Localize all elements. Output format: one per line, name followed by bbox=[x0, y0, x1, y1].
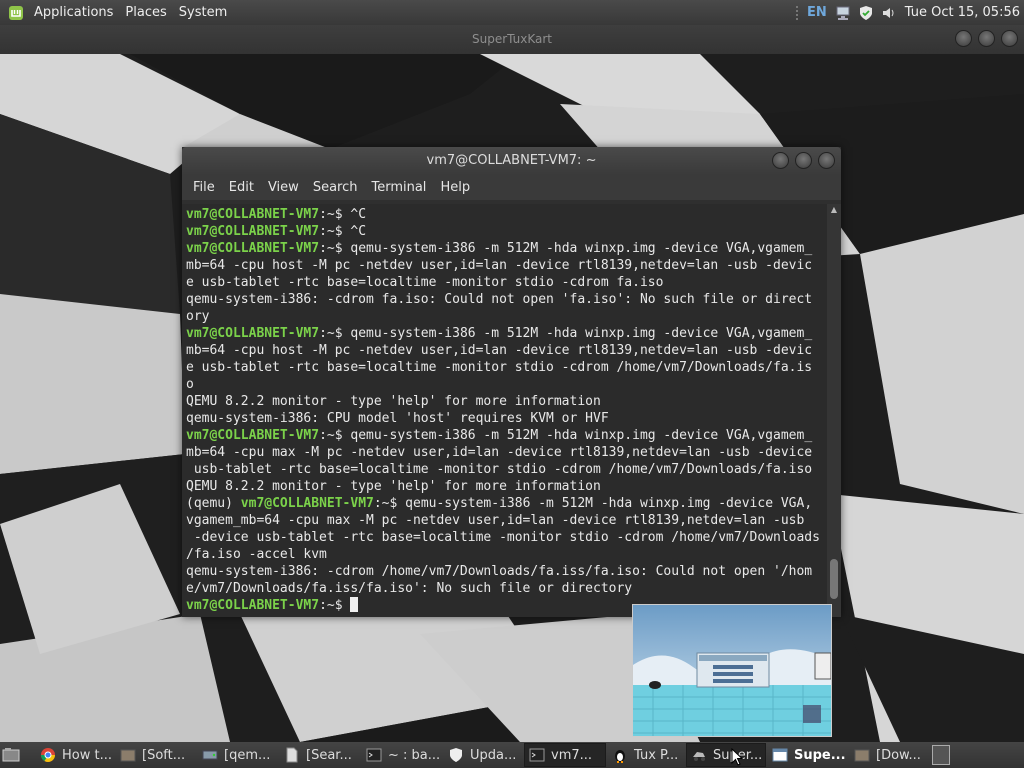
menu-system[interactable]: System bbox=[173, 0, 233, 25]
drive-icon bbox=[202, 750, 218, 760]
terminal-output[interactable]: vm7@COLLABNET-VM7:~$ ^C vm7@COLLABNET-VM… bbox=[182, 204, 827, 617]
keyboard-layout-indicator[interactable]: EN bbox=[807, 5, 827, 20]
taskbar-item-tux-paint[interactable]: Tux P... bbox=[608, 743, 684, 767]
terminal-line: vm7@COLLABNET-VM7:~$ qemu-system-i386 -m… bbox=[186, 241, 813, 256]
folder-icon bbox=[854, 749, 870, 762]
bottom-taskbar: How t... [Soft... [qem... [Sear... ~ : b… bbox=[0, 742, 1024, 768]
terminal-line: QEMU 8.2.2 monitor - type 'help' for mor… bbox=[186, 479, 601, 494]
taskbar-item-software[interactable]: [Soft... bbox=[116, 743, 196, 767]
terminal-line: ory bbox=[186, 309, 210, 324]
terminal-line: vm7@COLLABNET-VM7:~$ ^C bbox=[186, 207, 367, 222]
taskbar-item-bash[interactable]: ~ : ba... bbox=[362, 743, 442, 767]
taskbar-item-supertuxkart-2[interactable]: Supe... bbox=[768, 743, 848, 767]
game-preview-image bbox=[633, 605, 831, 736]
terminal-line: vm7@COLLABNET-VM7:~$ ^C bbox=[186, 224, 367, 239]
taskbar-item-search[interactable]: [Sear... bbox=[280, 743, 360, 767]
stk-maximize-button[interactable] bbox=[978, 30, 995, 47]
terminal-line: vm7@COLLABNET-VM7:~$ qemu-system-i386 -m… bbox=[186, 428, 813, 443]
system-tray: EN Tue Oct 15, 05:56 bbox=[795, 0, 1020, 25]
mint-logo-icon[interactable] bbox=[8, 5, 24, 21]
terminal-line: qemu-system-i386: -cdrom fa.iso: Could n… bbox=[186, 292, 813, 307]
menu-file[interactable]: File bbox=[186, 180, 222, 195]
terminal-titlebar[interactable]: vm7@COLLABNET-VM7: ~ bbox=[182, 147, 841, 175]
terminal-line: vgamem_mb=64 -cpu max -M pc -netdev user… bbox=[186, 513, 805, 528]
taskbar-item-qemu[interactable]: [qem... bbox=[198, 743, 278, 767]
terminal-maximize-button[interactable] bbox=[795, 152, 812, 169]
terminal-minimize-button[interactable] bbox=[772, 152, 789, 169]
terminal-line: /fa.iso -accel kvm bbox=[186, 547, 327, 562]
terminal-line: vm7@COLLABNET-VM7:~$ qemu-system-i386 -m… bbox=[186, 326, 813, 341]
supertuxkart-title: SuperTuxKart bbox=[471, 32, 553, 46]
network-icon[interactable] bbox=[835, 5, 851, 21]
stk-close-button[interactable] bbox=[1001, 30, 1018, 47]
terminal-line: qemu-system-i386: CPU model 'host' requi… bbox=[186, 411, 609, 426]
terminal-line: qemu-system-i386: -cdrom /home/vm7/Downl… bbox=[186, 564, 813, 579]
update-shield-icon[interactable] bbox=[859, 5, 873, 21]
taskbar-item-how-to[interactable]: How t... bbox=[36, 743, 114, 767]
terminal-line: (qemu) vm7@COLLABNET-VM7:~$ qemu-system-… bbox=[186, 496, 813, 511]
clock[interactable]: Tue Oct 15, 05:56 bbox=[905, 5, 1020, 20]
menu-help[interactable]: Help bbox=[433, 180, 477, 195]
show-desktop-button[interactable] bbox=[0, 743, 22, 767]
terminal-line: e/vm7/Downloads/fa.iss/fa.iso': No such … bbox=[186, 581, 633, 596]
menu-applications[interactable]: Applications bbox=[28, 0, 119, 25]
taskbar-item-update-manager[interactable]: Upda... bbox=[444, 743, 522, 767]
terminal-line: usb-tablet -rtc base=localtime -monitor … bbox=[186, 462, 813, 477]
terminal-scrollbar[interactable]: ▲ bbox=[827, 204, 841, 617]
taskbar-item-downloads[interactable]: [Dow... bbox=[850, 743, 928, 767]
text-cursor bbox=[350, 597, 359, 612]
top-panel: Applications Places System EN Tue Oct 15… bbox=[0, 0, 1024, 25]
taskbar-item-supertuxkart[interactable]: Super... bbox=[686, 743, 766, 767]
terminal-line: mb=64 -cpu host -M pc -netdev user,id=la… bbox=[186, 343, 813, 358]
scrollbar-thumb[interactable] bbox=[830, 559, 838, 599]
menu-search[interactable]: Search bbox=[306, 180, 365, 195]
terminal-menubar: File Edit View Search Terminal Help bbox=[182, 175, 841, 200]
terminal-line: mb=64 -cpu max -M pc -netdev user,id=lan… bbox=[186, 445, 813, 460]
menu-terminal[interactable]: Terminal bbox=[364, 180, 433, 195]
terminal-line: o bbox=[186, 377, 194, 392]
terminal-line: e usb-tablet -rtc base=localtime -monito… bbox=[186, 360, 813, 375]
menu-places[interactable]: Places bbox=[119, 0, 172, 25]
menu-edit[interactable]: Edit bbox=[222, 180, 261, 195]
folder-icon bbox=[120, 749, 136, 762]
terminal-line: e usb-tablet -rtc base=localtime -monito… bbox=[186, 275, 664, 290]
supertuxkart-titlebar[interactable]: SuperTuxKart bbox=[0, 25, 1024, 54]
workspace-switcher[interactable] bbox=[932, 745, 950, 765]
terminal-line: -device usb-tablet -rtc base=localtime -… bbox=[186, 530, 820, 545]
kart-icon bbox=[693, 752, 705, 761]
menu-view[interactable]: View bbox=[261, 180, 306, 195]
window-icon bbox=[772, 748, 788, 762]
tux-icon bbox=[615, 750, 625, 763]
window-preview-thumbnail[interactable] bbox=[632, 604, 832, 737]
terminal-icon bbox=[366, 748, 382, 762]
handle-icon bbox=[796, 5, 799, 20]
document-icon bbox=[286, 747, 298, 763]
terminal-line: mb=64 -cpu host -M pc -netdev user,id=la… bbox=[186, 258, 813, 273]
shield-icon bbox=[450, 748, 462, 762]
volume-icon[interactable] bbox=[881, 5, 897, 21]
scroll-up-icon[interactable]: ▲ bbox=[827, 204, 841, 216]
taskbar-item-terminal[interactable]: vm7... bbox=[524, 743, 606, 767]
terminal-close-button[interactable] bbox=[818, 152, 835, 169]
terminal-window: vm7@COLLABNET-VM7: ~ File Edit View Sear… bbox=[182, 147, 841, 617]
terminal-icon bbox=[529, 748, 545, 762]
terminal-line: QEMU 8.2.2 monitor - type 'help' for mor… bbox=[186, 394, 601, 409]
terminal-title: vm7@COLLABNET-VM7: ~ bbox=[426, 153, 597, 168]
chrome-icon bbox=[41, 748, 55, 762]
mouse-cursor-icon bbox=[731, 748, 743, 766]
show-desktop-icon bbox=[2, 748, 20, 762]
stk-minimize-button[interactable] bbox=[955, 30, 972, 47]
main-menu: Applications Places System bbox=[0, 0, 233, 25]
